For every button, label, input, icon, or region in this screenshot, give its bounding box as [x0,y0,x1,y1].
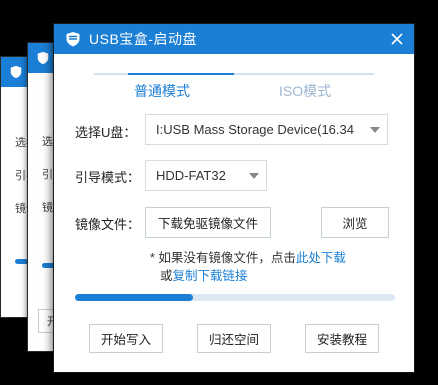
chevron-down-icon [249,172,259,179]
chevron-down-icon [370,126,380,133]
install-tutorial-button[interactable]: 安装教程 [305,324,379,353]
shield-logo-icon [66,32,80,47]
download-hint-line1: * 如果没有镜像文件，点击此处下载 [150,247,346,266]
download-here-link[interactable]: 此处下载 [296,251,346,265]
progress-bar [75,294,395,301]
shield-icon [10,65,22,79]
window-title: USB宝盒-启动盘 [89,31,197,47]
shield-icon [37,51,49,65]
usb-select-label: 选择U盘： [75,125,137,140]
active-tab-indicator [128,73,234,75]
browse-button[interactable]: 浏览 [321,207,389,238]
copy-download-link[interactable]: 复制下载链接 [173,269,248,283]
tab-iso-mode[interactable]: ISO模式 [279,81,331,101]
close-icon[interactable] [388,30,406,48]
usb-drive-select[interactable]: I:USB Mass Storage Device(16.34 [145,114,388,145]
boot-mode-label: 引导模式： [75,170,141,185]
tab-normal-mode[interactable]: 普通模式 [134,81,190,101]
download-image-button[interactable]: 下载免驱镜像文件 [145,207,271,238]
boot-mode-value: HDD-FAT32 [156,168,226,183]
download-hint-text: * 如果没有镜像文件，点击 [150,251,296,265]
main-window: USB宝盒-启动盘 普通模式 ISO模式 选择U盘： I:USB Mass St… [53,23,415,373]
download-hint-or: 或 [160,269,173,283]
start-write-button[interactable]: 开始写入 [89,324,163,353]
restore-space-button[interactable]: 归还空间 [197,324,271,353]
title-bar: USB宝盒-启动盘 [54,24,414,54]
mode-tabs: 普通模式 ISO模式 [94,73,374,103]
download-hint-line2: 或复制下载链接 [160,265,248,284]
boot-mode-select[interactable]: HDD-FAT32 [145,160,267,191]
image-file-label: 镜像文件： [75,217,141,232]
usb-drive-value: I:USB Mass Storage Device(16.34 [156,122,354,137]
progress-fill [75,294,194,301]
